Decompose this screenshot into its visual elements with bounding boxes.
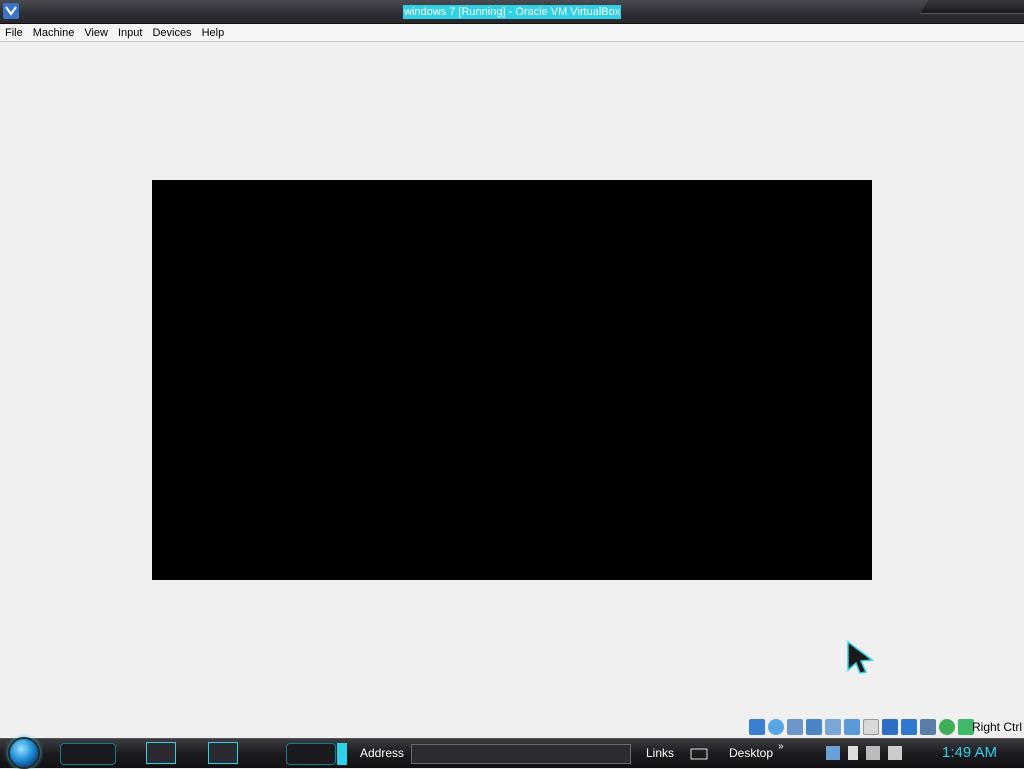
hard-disk-icon[interactable]: [749, 719, 765, 735]
clock[interactable]: 1:49 AM: [942, 744, 997, 761]
mouse-integration-icon[interactable]: [939, 719, 955, 735]
volume-icon[interactable]: [888, 746, 902, 760]
mouse-cursor-icon: [847, 640, 874, 674]
task-virtualbox-button[interactable]: [146, 742, 176, 764]
address-label: Address: [360, 746, 405, 760]
menu-view[interactable]: View: [79, 24, 113, 41]
status-icons: [749, 719, 974, 735]
title-bar: windows 7 [Running] - Oracle VM VirtualB…: [0, 0, 1024, 24]
audio-icon[interactable]: [787, 719, 803, 735]
vm-screen[interactable]: [152, 180, 872, 580]
tray-app-icon[interactable]: [826, 746, 840, 760]
network-tray-icon[interactable]: [866, 746, 880, 760]
menu-input[interactable]: Input: [113, 24, 147, 41]
menu-help[interactable]: Help: [197, 24, 230, 41]
taskbar-decoration-right: [286, 743, 336, 765]
taskbar: Address Links Desktop » 1:49 AM: [0, 737, 1024, 769]
menu-file[interactable]: File: [0, 24, 28, 41]
address-input[interactable]: [411, 744, 631, 764]
system-tray: [826, 746, 902, 760]
host-key-label: Right Ctrl: [971, 720, 1022, 734]
menu-devices[interactable]: Devices: [147, 24, 196, 41]
usb-icon[interactable]: [825, 719, 841, 735]
virtualbox-icon[interactable]: [2, 2, 20, 20]
menu-bar: File Machine View Input Devices Help: [0, 24, 1024, 42]
desktop-toolbar[interactable]: Desktop: [729, 746, 773, 760]
taskbar-divider: [337, 743, 347, 765]
display-icon[interactable]: [863, 719, 879, 735]
cpu-icon[interactable]: [920, 719, 936, 735]
taskbar-decoration: [60, 743, 116, 765]
keyboard-icon[interactable]: [690, 748, 708, 760]
shared-folders-icon[interactable]: [844, 719, 860, 735]
menu-machine[interactable]: Machine: [28, 24, 80, 41]
action-center-flag-icon[interactable]: [848, 746, 858, 760]
toolbar-chevron-icon[interactable]: »: [778, 741, 784, 752]
vm-display-area[interactable]: [0, 43, 1024, 737]
optical-drive-icon[interactable]: [768, 719, 784, 735]
links-toolbar[interactable]: Links: [646, 746, 674, 760]
network-icon[interactable]: [806, 719, 822, 735]
task-app-button[interactable]: [208, 742, 238, 764]
recording-icon[interactable]: [901, 719, 917, 735]
window-controls[interactable]: [920, 0, 1024, 14]
status-bar: Right Ctrl: [0, 717, 1024, 737]
start-button[interactable]: [8, 737, 40, 769]
window-title: windows 7 [Running] - Oracle VM VirtualB…: [403, 5, 622, 19]
video-capture-icon[interactable]: [882, 719, 898, 735]
